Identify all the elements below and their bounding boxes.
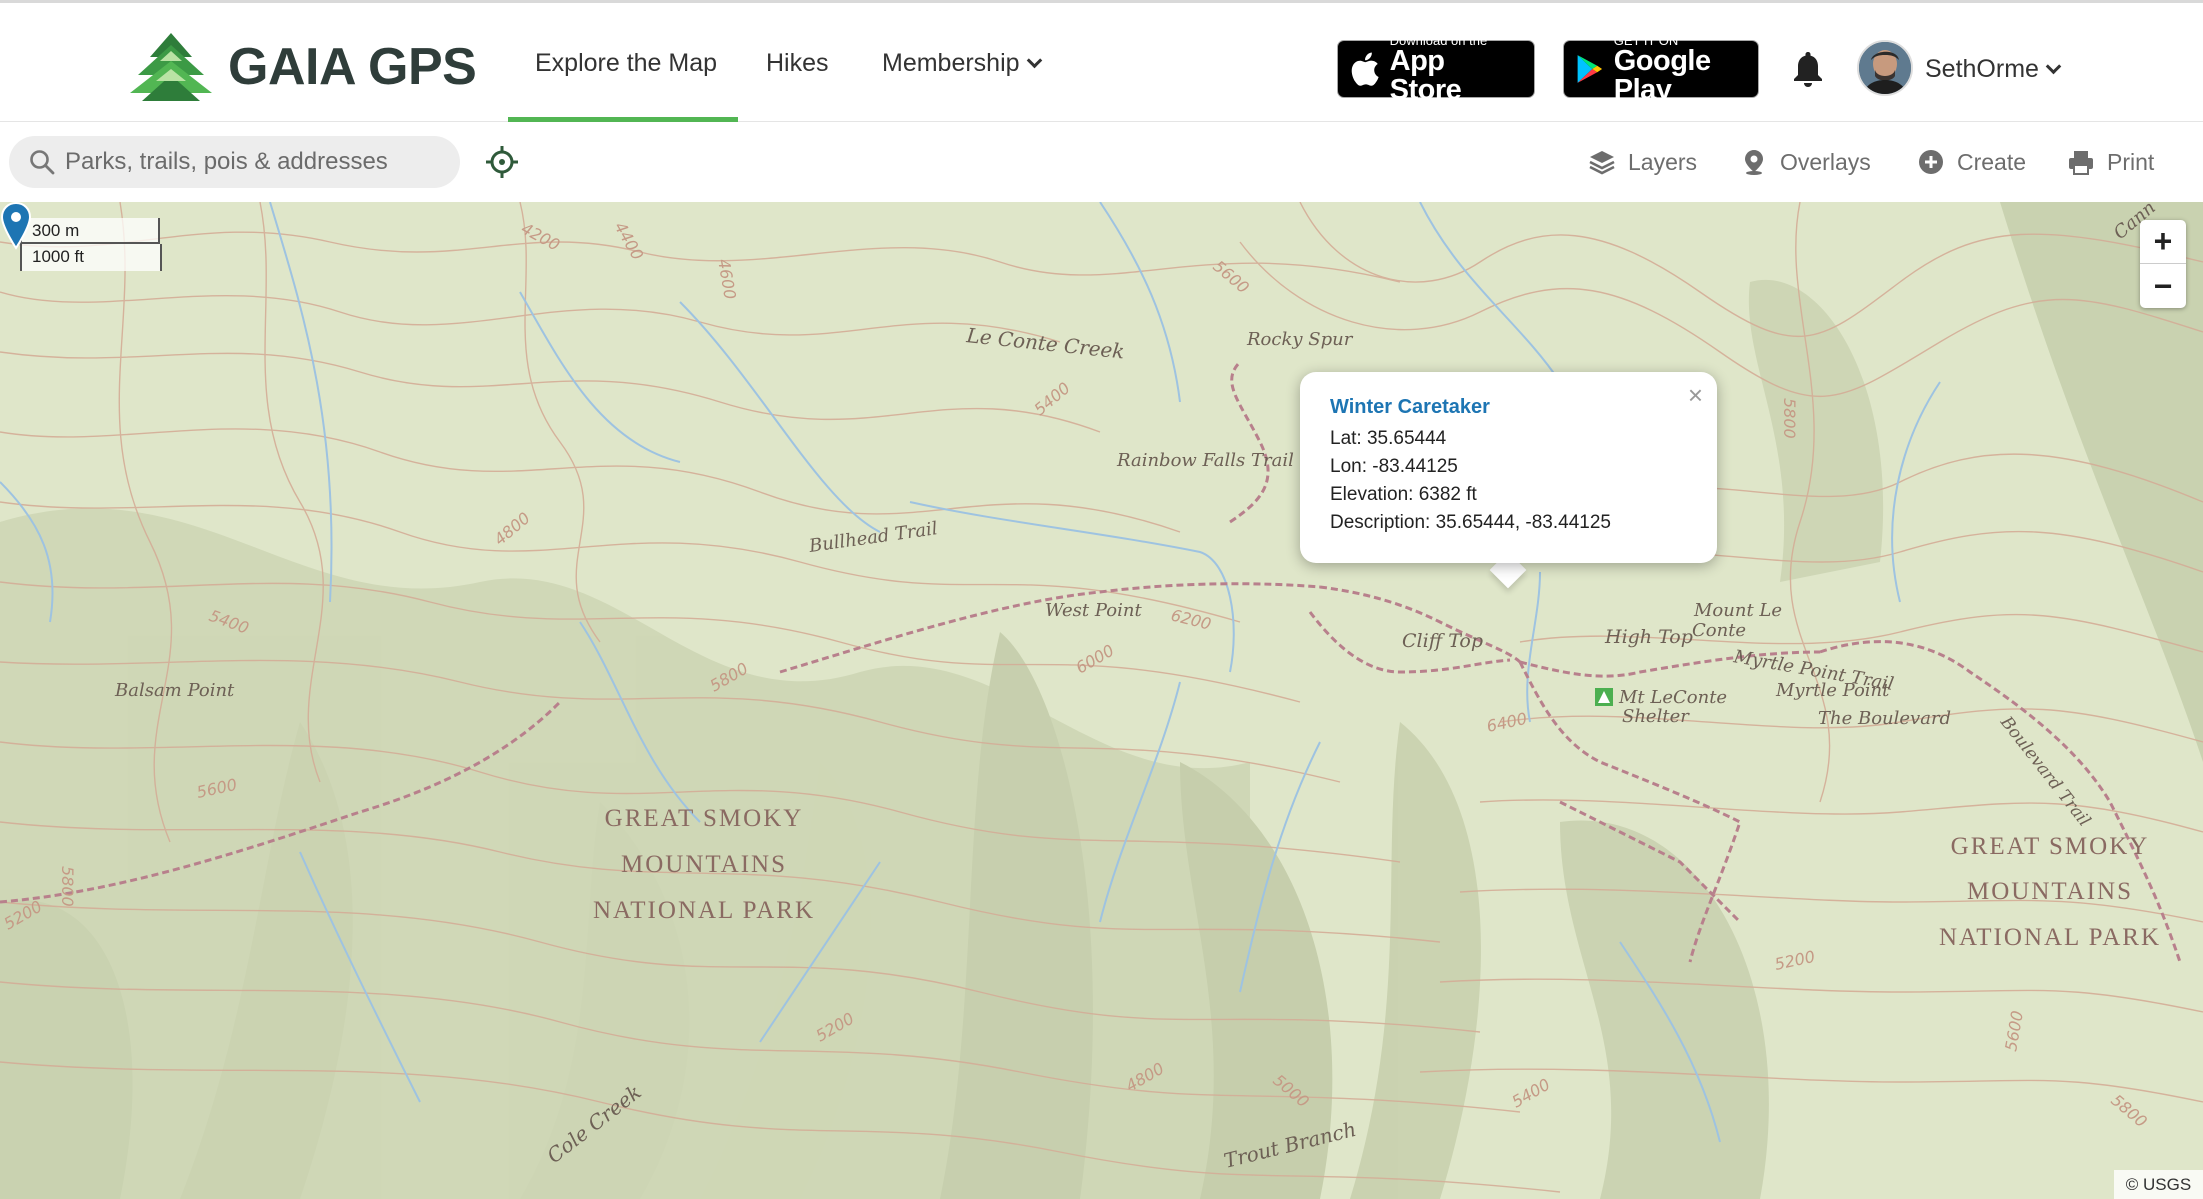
chevron-down-icon [2045, 58, 2062, 74]
label-park-left-2: MOUNTAINS [621, 851, 787, 878]
label-cliff-top: Cliff Top [1402, 630, 1483, 652]
popup-title[interactable]: Winter Caretaker [1330, 396, 1687, 419]
popup-elevation: Elevation: 6382 ft [1330, 484, 1477, 505]
username-label: SethOrme [1925, 54, 2039, 83]
zoom-control: + − [2140, 220, 2186, 308]
app-store-big-text: App Store [1389, 44, 1462, 106]
user-menu-dropdown[interactable]: SethOrme [1925, 49, 2062, 89]
user-avatar[interactable] [1857, 40, 1913, 96]
label-park-right-2: MOUNTAINS [1967, 878, 2133, 905]
label-rainbow-falls-trail: Rainbow Falls Trail [1116, 450, 1294, 471]
label-the-boulevard: The Boulevard [1818, 708, 1951, 729]
label-shelter-1: Mt LeConte [1618, 687, 1727, 708]
overlays-label: Overlays [1780, 148, 1871, 175]
mountain-logo-icon [130, 33, 212, 101]
contour-label: 5800 [1780, 398, 1799, 439]
popup-close-button[interactable]: × [1688, 380, 1703, 411]
waypoint-popup: × Winter Caretaker Lat: 35.65444 Lon: -8… [1300, 372, 1717, 563]
create-label: Create [1957, 148, 2027, 175]
plus-circle-icon [1919, 150, 1943, 174]
zoom-out-button[interactable]: − [2140, 264, 2186, 308]
chevron-down-icon [1026, 52, 1042, 68]
print-button[interactable]: Print [2067, 144, 2154, 180]
zoom-in-button[interactable]: + [2140, 220, 2186, 264]
google-play-big-text: Google Play [1613, 44, 1711, 106]
avatar-image [1859, 42, 1911, 94]
scale-metric: 300 m [20, 218, 160, 244]
nav-hikes[interactable]: Hikes [766, 43, 829, 83]
layers-icon [1589, 151, 1615, 175]
locate-me-icon[interactable] [484, 144, 520, 180]
top-navigation-bar: GAIA GPS Explore the Map Hikes Membershi… [0, 0, 2203, 122]
nav-membership-dropdown[interactable]: Membership [882, 43, 1042, 83]
label-park-left-3: NATIONAL PARK [593, 897, 815, 924]
label-west-point: West Point [1045, 600, 1142, 621]
google-play-badge[interactable]: GET IT ON Google Play [1563, 34, 1759, 104]
label-rocky-spur: Rocky Spur [1246, 329, 1354, 350]
logo-text: GAIA GPS [228, 38, 477, 96]
layers-button[interactable]: Layers [1588, 144, 1697, 180]
create-button[interactable]: Create [1917, 144, 2026, 180]
label-park-right-1: GREAT SMOKY [1951, 833, 2150, 860]
search-input[interactable] [65, 148, 445, 176]
print-label: Print [2107, 148, 2155, 175]
popup-lon: Lon: -83.44125 [1330, 456, 1458, 477]
label-park-left-1: GREAT SMOKY [605, 805, 804, 832]
nav-membership-label: Membership [882, 48, 1020, 77]
search-icon [30, 150, 55, 175]
label-mount-le-conte-1: Mount Le [1693, 600, 1782, 621]
label-shelter-2: Shelter [1622, 706, 1690, 727]
popup-description: Description: 35.65444, -83.44125 [1330, 512, 1611, 533]
nav-explore-the-map[interactable]: Explore the Map [535, 43, 717, 83]
contour-label: 5800 [58, 866, 77, 907]
overlays-button[interactable]: Overlays [1740, 144, 1871, 180]
topo-map-canvas: Le Conte Creek Rocky Spur Rainbow Falls … [0, 202, 2203, 1199]
layers-label: Layers [1628, 148, 1698, 175]
notification-bell-icon[interactable] [1791, 49, 1825, 89]
label-high-top: High Top [1604, 626, 1693, 648]
topo-map[interactable]: Le Conte Creek Rocky Spur Rainbow Falls … [0, 202, 2203, 1199]
label-park-right-3: NATIONAL PARK [1939, 924, 2161, 951]
label-myrtle-point: Myrtle Point [1775, 680, 1890, 701]
popup-lat: Lat: 35.65444 [1330, 428, 1447, 449]
app-store-badge[interactable]: Download on the App Store [1337, 34, 1535, 104]
printer-icon [2069, 151, 2093, 175]
google-play-icon [1577, 55, 1603, 83]
gaia-gps-logo[interactable]: GAIA GPS [130, 31, 477, 103]
scale-imperial: 1000 ft [20, 244, 162, 271]
apple-icon [1351, 52, 1379, 86]
label-balsam-point: Balsam Point [114, 680, 235, 701]
waypoint-marker-icon[interactable] [0, 202, 32, 250]
map-toolbar: Layers Overlays Create Print [0, 122, 2203, 202]
scale-bar: 300 m 1000 ft [20, 218, 164, 273]
label-mount-le-conte-2: Conte [1692, 620, 1746, 641]
map-attribution[interactable]: © USGS [2114, 1170, 2203, 1199]
search-box[interactable] [9, 136, 460, 188]
overlays-pin-icon [1745, 150, 1763, 175]
